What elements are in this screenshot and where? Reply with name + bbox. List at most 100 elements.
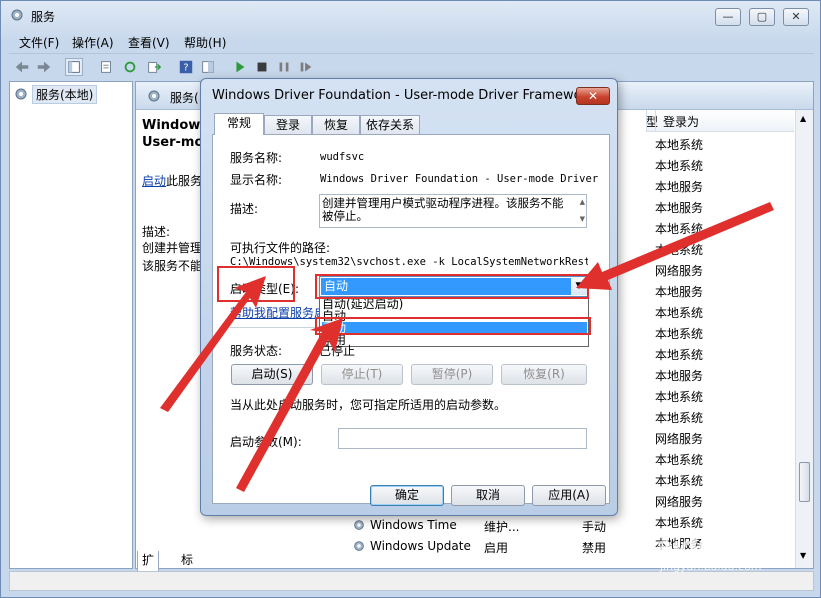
- dialog-title: Windows Driver Foundation - User-mode Dr…: [212, 88, 611, 103]
- display-name-value: Windows Driver Foundation - User-mode Dr…: [320, 173, 599, 185]
- menu-action[interactable]: 操作(A): [72, 34, 114, 51]
- watermark-logo: Baidu经验: [636, 532, 765, 562]
- service-row-windows-update[interactable]: Windows Update 启用 禁用: [352, 537, 652, 557]
- pane-header-title: 服务(: [170, 91, 199, 105]
- scroll-down-icon[interactable]: ▼: [580, 213, 585, 226]
- watermark-url: jingyan.baidu.com: [660, 560, 762, 573]
- services-gear-icon: [11, 9, 23, 21]
- window-title: 服务: [31, 10, 56, 24]
- cancel-button[interactable]: 取消: [451, 485, 525, 506]
- start-params-input[interactable]: [338, 428, 587, 449]
- help-configure-link[interactable]: 帮助我配置服务启: [230, 304, 326, 321]
- scroll-down-icon[interactable]: ▼: [800, 551, 806, 560]
- service-name: Windows Time: [370, 518, 457, 532]
- tab-general[interactable]: 常规: [214, 113, 264, 135]
- annotation-box-manual-option: [315, 317, 591, 335]
- logon-as-cell: 网络服务: [655, 264, 704, 278]
- menu-help[interactable]: 帮助(H): [184, 34, 226, 51]
- service-status-label: 服务状态:: [230, 344, 283, 358]
- description-line-2: 该服务不能: [142, 259, 203, 273]
- console-tree-icon[interactable]: [65, 58, 83, 76]
- menu-bar: 文件(F) 操作(A) 查看(V) 帮助(H): [9, 31, 814, 53]
- start-button[interactable]: 启动(S): [231, 364, 313, 385]
- refresh-icon[interactable]: [121, 58, 139, 76]
- description-text: 创建并管理用户模式驱动程序进程。该服务不能被停止。 ▲ ▼: [319, 194, 587, 228]
- services-gear-icon: [15, 88, 27, 100]
- column-logon-as[interactable]: 登录为: [663, 113, 699, 130]
- toolbar: ?: [9, 53, 814, 79]
- scroll-up-icon[interactable]: ▲: [800, 114, 806, 123]
- logon-as-cell: 本地系统: [655, 222, 704, 236]
- description-label: 描述:: [230, 202, 259, 216]
- description-label: 描述:: [142, 225, 171, 239]
- start-service-link[interactable]: 启动: [142, 174, 166, 188]
- logon-as-cell: 本地系统: [655, 306, 704, 320]
- start-service-icon[interactable]: [231, 58, 249, 76]
- resume-button[interactable]: 恢复(R): [501, 364, 587, 385]
- console-tree-pane: 服务(本地): [9, 81, 133, 569]
- vertical-scrollbar[interactable]: ▲ ▼: [795, 110, 813, 568]
- column-startup-type[interactable]: 型: [646, 113, 658, 130]
- help-icon[interactable]: ?: [177, 58, 195, 76]
- annotation-box-startup-select: [315, 274, 589, 299]
- menu-file[interactable]: 文件(F): [19, 34, 59, 51]
- logon-as-cell: 本地系统: [655, 348, 704, 362]
- menu-view[interactable]: 查看(V): [128, 34, 170, 51]
- tab-recovery[interactable]: 恢复: [312, 115, 360, 135]
- service-gear-icon: [354, 520, 364, 530]
- path-label: 可执行文件的路径:: [230, 241, 331, 255]
- logon-as-cell: 本地服务: [655, 285, 704, 299]
- logon-as-cell: 本地系统: [655, 411, 704, 425]
- pause-button[interactable]: 暂停(P): [411, 364, 493, 385]
- status-bar: [9, 571, 814, 591]
- logon-as-cell: 本地系统: [655, 390, 704, 404]
- export-icon[interactable]: [145, 58, 163, 76]
- service-name: Windows Update: [370, 539, 471, 553]
- restart-service-icon[interactable]: [297, 58, 315, 76]
- properties-icon[interactable]: [97, 58, 115, 76]
- close-window-button[interactable]: ✕: [783, 8, 809, 26]
- start-params-hint: 当从此处启动服务时，您可指定所适用的启动参数。: [230, 398, 507, 412]
- dialog-close-button[interactable]: ✕: [576, 87, 610, 105]
- start-service-suffix: 此服务: [166, 174, 203, 188]
- start-params-label: 启动参数(M):: [230, 435, 302, 449]
- scrollbar-thumb[interactable]: [799, 462, 810, 502]
- service-status: 维护...: [484, 520, 520, 534]
- tab-logon[interactable]: 登录: [264, 115, 312, 135]
- logon-as-cell: 本地系统: [655, 138, 704, 152]
- logon-as-cell: 网络服务: [655, 495, 704, 509]
- annotation-box-startup-label: [217, 266, 295, 302]
- service-startup-type: 手动: [582, 520, 607, 534]
- svg-text:?: ?: [183, 63, 188, 74]
- services-gear-icon: [148, 90, 160, 102]
- logon-as-cell: 网络服务: [655, 432, 704, 446]
- service-row-windows-time[interactable]: Windows Time 维护... 手动: [352, 516, 652, 536]
- service-status: 启用: [484, 541, 509, 555]
- scroll-up-icon[interactable]: ▲: [580, 196, 585, 209]
- tab-dependencies[interactable]: 依存关系: [360, 115, 420, 135]
- maximize-button[interactable]: ▢: [749, 8, 775, 26]
- tree-item-services-local[interactable]: 服务(本地): [32, 85, 98, 104]
- show-hide-icon[interactable]: [199, 58, 217, 76]
- option-disabled[interactable]: 禁用: [322, 334, 587, 347]
- service-status-value: 已停止: [319, 344, 356, 358]
- ok-button[interactable]: 确定: [370, 485, 444, 506]
- service-gear-icon: [354, 541, 364, 551]
- back-arrow-icon[interactable]: [13, 58, 31, 76]
- forward-arrow-icon[interactable]: [35, 58, 53, 76]
- apply-button[interactable]: 应用(A): [532, 485, 606, 506]
- pause-service-icon[interactable]: [275, 58, 293, 76]
- display-name-label: 显示名称:: [230, 173, 283, 187]
- stop-button[interactable]: 停止(T): [321, 364, 403, 385]
- service-startup-type: 禁用: [582, 541, 607, 555]
- logon-as-cell: 本地系统: [655, 474, 704, 488]
- column-headers: 型 登录为: [646, 110, 794, 132]
- stop-service-icon[interactable]: [253, 58, 271, 76]
- minimize-button[interactable]: —: [715, 8, 741, 26]
- logon-as-cell: 本地服务: [655, 201, 704, 215]
- selected-service-title-1: Windows: [142, 118, 209, 133]
- logon-as-cell: 本地系统: [655, 159, 704, 173]
- logon-as-cell: 本地服务: [655, 369, 704, 383]
- logon-as-cell: 本地系统: [655, 243, 704, 257]
- description-line-1: 创建并管理: [142, 241, 203, 255]
